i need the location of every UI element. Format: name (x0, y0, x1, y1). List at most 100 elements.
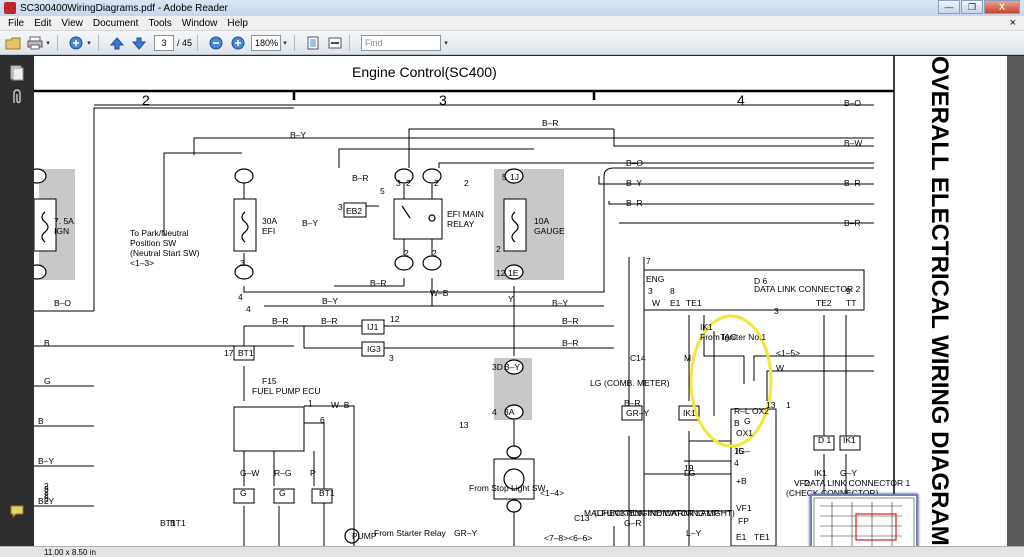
menu-edit[interactable]: Edit (34, 18, 51, 29)
diagram-label: 3 (648, 286, 653, 296)
toolbar: ▾ ▾ 3 / 45 180% ▾ Find ▾ (0, 31, 1024, 55)
diagram-label: (CHECK ENGINE WARNING LIGHT) (594, 508, 735, 518)
diagram-label: 3 (240, 258, 245, 268)
diagram-label: IG3 (367, 344, 381, 354)
toolbar-separator (294, 34, 296, 51)
thumbnail-preview (813, 497, 915, 551)
diagram-label: 4 (246, 304, 251, 314)
diagram-label: B–Y (38, 456, 54, 466)
open-icon[interactable] (4, 35, 22, 51)
diagram-label: B–O (844, 98, 861, 108)
fuse-7-5a-ign (34, 198, 57, 252)
diagram-label: Position SW (130, 238, 176, 248)
diagram-label: EB2 (346, 206, 362, 216)
menu-document[interactable]: Document (93, 18, 139, 29)
diagram-label: BT1 (319, 488, 335, 498)
menu-window[interactable]: Window (182, 18, 218, 29)
diagram-label: 4 (238, 292, 243, 302)
comments-icon[interactable] (8, 502, 26, 520)
diagram-label: B–O (54, 298, 71, 308)
page-number-input[interactable]: 3 (154, 34, 174, 51)
zoom-level-select[interactable]: 180% (251, 34, 282, 51)
zoom-dropdown-icon[interactable]: ▾ (281, 35, 289, 51)
previous-page-icon[interactable] (108, 35, 126, 51)
adobe-reader-window: SC300400WiringDiagrams.pdf - Adobe Reade… (0, 0, 1024, 557)
diagram-label: W–B (331, 400, 350, 410)
diagram-label: G–Y (840, 468, 857, 478)
fuse-30a-efi (233, 198, 257, 252)
zoom-out-icon[interactable] (207, 35, 225, 51)
diagram-label: B–Y (504, 362, 520, 372)
window-title: SC300400WiringDiagrams.pdf - Adobe Reade… (20, 2, 228, 14)
diagram-label: GR–Y (626, 408, 649, 418)
title-bar: SC300400WiringDiagrams.pdf - Adobe Reade… (0, 0, 1024, 16)
minimize-button[interactable]: — (938, 0, 960, 14)
maximize-button[interactable]: ❐ (961, 0, 983, 14)
menu-help[interactable]: Help (227, 18, 248, 29)
document-page[interactable]: 2 3 4 Engine Control(SC400) OVERALL ELEC… (34, 56, 1007, 546)
diagram-label: 7 (646, 256, 651, 266)
diagram-label: GAUGE (534, 226, 565, 236)
diagram-label: 3 (389, 353, 394, 363)
diagram-label: E1 (736, 532, 747, 542)
diagram-label: 10A (534, 216, 549, 226)
menu-file[interactable]: File (8, 18, 24, 29)
print-icon[interactable] (26, 35, 44, 51)
diagram-label: B–Y (552, 298, 568, 308)
print-dropdown-icon[interactable]: ▾ (44, 35, 52, 51)
diagram-label: R–L (734, 406, 750, 416)
diagram-label: 2 (434, 178, 439, 188)
collaborate-dropdown-icon[interactable]: ▾ (85, 35, 93, 51)
column-label: 4 (737, 92, 745, 108)
diagram-label: B (734, 418, 740, 428)
diagram-label: G–W (240, 468, 259, 478)
next-page-icon[interactable] (130, 35, 148, 51)
diagram-label: +B (736, 476, 747, 486)
fit-width-icon[interactable] (326, 35, 344, 51)
diagram-label: B–O (626, 158, 643, 168)
close-button[interactable]: X (984, 0, 1020, 14)
diagram-label: B–R (626, 198, 643, 208)
diagram-label: 13 (766, 400, 776, 410)
diagram-label: <1–4> (540, 488, 564, 498)
fit-page-icon[interactable] (304, 35, 322, 51)
diagram-label: TT (846, 298, 856, 308)
toolbar-separator (57, 34, 58, 51)
diagram-label: (Neutral Start SW) (130, 248, 200, 258)
diagram-label: IJ1 (367, 322, 379, 332)
diagram-label: EFI MAIN (447, 209, 484, 219)
diagram-label: B–W (844, 138, 862, 148)
diagram-label: 12 (390, 314, 400, 324)
diagram-label: DATA LINK CONNECTOR 2 (754, 284, 861, 294)
page-gutter (1007, 56, 1024, 546)
diagram-label: C14 (630, 353, 646, 363)
diagram-label: 1J (510, 172, 519, 182)
diagram-label: IK1 (700, 322, 713, 332)
collaborate-icon[interactable] (67, 35, 85, 51)
diagram-label: OX1 (736, 428, 753, 438)
fuel-pump-ecu-box (233, 406, 305, 452)
diagram-label: 15 (734, 446, 744, 456)
diagram-label: B (44, 338, 50, 348)
menu-tools[interactable]: Tools (148, 18, 171, 29)
adobe-reader-icon (4, 2, 16, 14)
find-dropdown-icon[interactable]: ▾ (441, 35, 451, 51)
diagram-label: RELAY (447, 219, 475, 229)
diagram-label: 5 (502, 172, 507, 182)
diagram-label: 1 (786, 400, 791, 410)
pages-icon[interactable] (8, 64, 26, 82)
wiring-diagram: 2 3 4 Engine Control(SC400) OVERALL ELEC… (34, 56, 953, 546)
diagram-label: L–Y (686, 528, 701, 538)
diagram-label: B–R (844, 178, 861, 188)
attachments-icon[interactable] (8, 88, 26, 106)
menu-view[interactable]: View (61, 18, 83, 29)
find-input[interactable]: Find (361, 34, 442, 51)
diagram-label: G (240, 488, 247, 498)
page-thumbnail[interactable] (810, 494, 918, 554)
zoom-in-icon[interactable] (229, 35, 247, 51)
diagram-label: 8 (670, 286, 675, 296)
diagram-label: G–R (624, 518, 641, 528)
status-bar: 11.00 x 8.50 in (0, 546, 1024, 557)
close-document-button[interactable]: × (1010, 17, 1016, 29)
malfunction-lamp-box (493, 458, 535, 500)
